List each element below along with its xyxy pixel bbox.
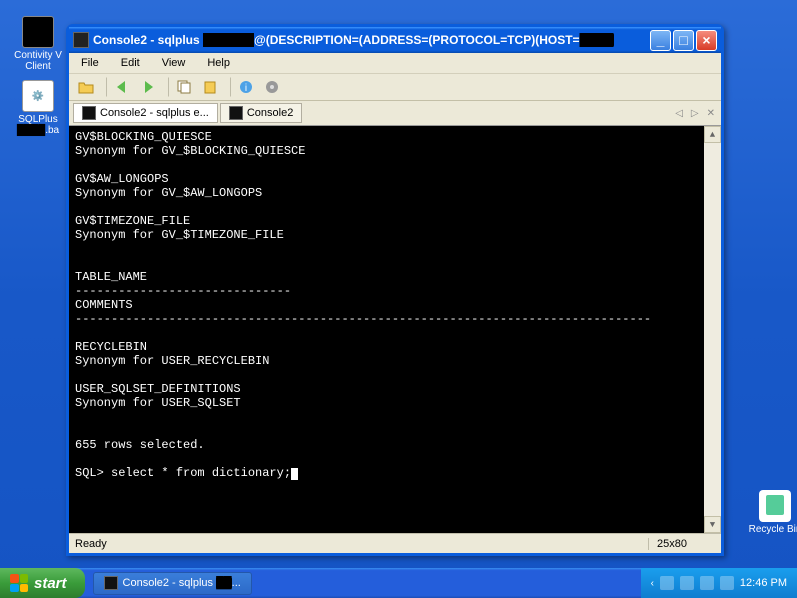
menu-edit[interactable]: Edit xyxy=(115,55,146,71)
separator xyxy=(163,77,169,97)
desktop-icon-contivity[interactable]: Contivity V Client xyxy=(8,16,68,72)
window-title: Console2 - sqlplus ██████@(DESCRIPTION=(… xyxy=(93,33,650,47)
recycle-bin-icon xyxy=(759,490,791,522)
tab-close-icon[interactable]: ✕ xyxy=(705,108,717,119)
start-button[interactable]: start xyxy=(0,568,85,598)
menu-bar: File Edit View Help xyxy=(69,53,721,74)
tray-icon[interactable] xyxy=(680,576,694,590)
arrow-right-icon[interactable] xyxy=(137,77,159,97)
scroll-down-icon[interactable]: ▼ xyxy=(704,516,721,533)
toolbar: i xyxy=(69,74,721,101)
contivity-icon xyxy=(22,16,54,48)
status-bar: Ready 25x80 xyxy=(69,533,721,553)
separator xyxy=(225,77,231,97)
info-icon[interactable]: i xyxy=(235,77,257,97)
task-label: Console2 - sqlplus ██... xyxy=(123,577,241,589)
tab-prev-icon[interactable]: ◁ xyxy=(673,108,685,119)
tab-icon xyxy=(82,106,96,120)
menu-view[interactable]: View xyxy=(156,55,192,71)
tray-icon[interactable] xyxy=(700,576,714,590)
terminal-prompt: SQL> select * from dictionary; xyxy=(75,466,291,480)
menu-help[interactable]: Help xyxy=(201,55,236,71)
system-clock[interactable]: 12:46 PM xyxy=(740,577,787,589)
icon-label: SQLPlus ████.ba xyxy=(8,114,68,136)
open-tool-icon[interactable] xyxy=(75,77,97,97)
tab-bar: Console2 - sqlplus e... Console2 ◁ ▷ ✕ xyxy=(69,101,721,126)
tab-icon xyxy=(229,106,243,120)
icon-label: Recycle Bin xyxy=(745,524,797,535)
sqlplus-icon: ⚙️ xyxy=(22,80,54,112)
tab-label: Console2 - sqlplus e... xyxy=(100,107,209,119)
icon-label: Contivity V Client xyxy=(8,50,68,72)
terminal-output[interactable]: GV$BLOCKING_QUIESCE Synonym for GV_$BLOC… xyxy=(69,126,721,533)
settings-icon[interactable] xyxy=(261,77,283,97)
desktop-icon-sqlplus[interactable]: ⚙️ SQLPlus ████.ba xyxy=(8,80,68,136)
scroll-up-icon[interactable]: ▲ xyxy=(704,126,721,143)
terminal-scrollbar[interactable]: ▲ ▼ xyxy=(704,126,721,533)
arrow-left-icon[interactable] xyxy=(111,77,133,97)
window-titlebar[interactable]: Console2 - sqlplus ██████@(DESCRIPTION=(… xyxy=(69,27,721,53)
cursor xyxy=(291,468,298,480)
paste-icon[interactable] xyxy=(199,77,221,97)
maximize-button[interactable]: □ xyxy=(673,30,694,51)
desktop-icon-recycle-bin[interactable]: Recycle Bin xyxy=(745,490,797,535)
taskbar: start Console2 - sqlplus ██... ‹ 12:46 P… xyxy=(0,568,797,598)
tray-expand-icon[interactable]: ‹ xyxy=(651,578,654,589)
svg-text:i: i xyxy=(245,83,247,94)
app-icon xyxy=(73,32,89,48)
start-label: start xyxy=(34,575,67,592)
taskbar-item-console2[interactable]: Console2 - sqlplus ██... xyxy=(93,572,252,595)
close-button[interactable]: × xyxy=(696,30,717,51)
task-app-icon xyxy=(104,576,118,590)
windows-logo-icon xyxy=(10,574,28,592)
tray-icon[interactable] xyxy=(720,576,734,590)
console2-window: Console2 - sqlplus ██████@(DESCRIPTION=(… xyxy=(66,24,724,556)
scroll-track[interactable] xyxy=(704,143,721,516)
menu-file[interactable]: File xyxy=(75,55,105,71)
system-tray[interactable]: ‹ 12:46 PM xyxy=(641,568,797,598)
status-dimensions: 25x80 xyxy=(648,538,695,550)
tab-label: Console2 xyxy=(247,107,293,119)
status-text: Ready xyxy=(75,538,648,550)
terminal-text: GV$BLOCKING_QUIESCE Synonym for GV_$BLOC… xyxy=(75,130,651,452)
tab-next-icon[interactable]: ▷ xyxy=(689,108,701,119)
tab-active[interactable]: Console2 - sqlplus e... xyxy=(73,103,218,123)
minimize-button[interactable]: _ xyxy=(650,30,671,51)
tab-inactive[interactable]: Console2 xyxy=(220,103,302,123)
separator xyxy=(101,77,107,97)
copy-icon[interactable] xyxy=(173,77,195,97)
tray-icon[interactable] xyxy=(660,576,674,590)
